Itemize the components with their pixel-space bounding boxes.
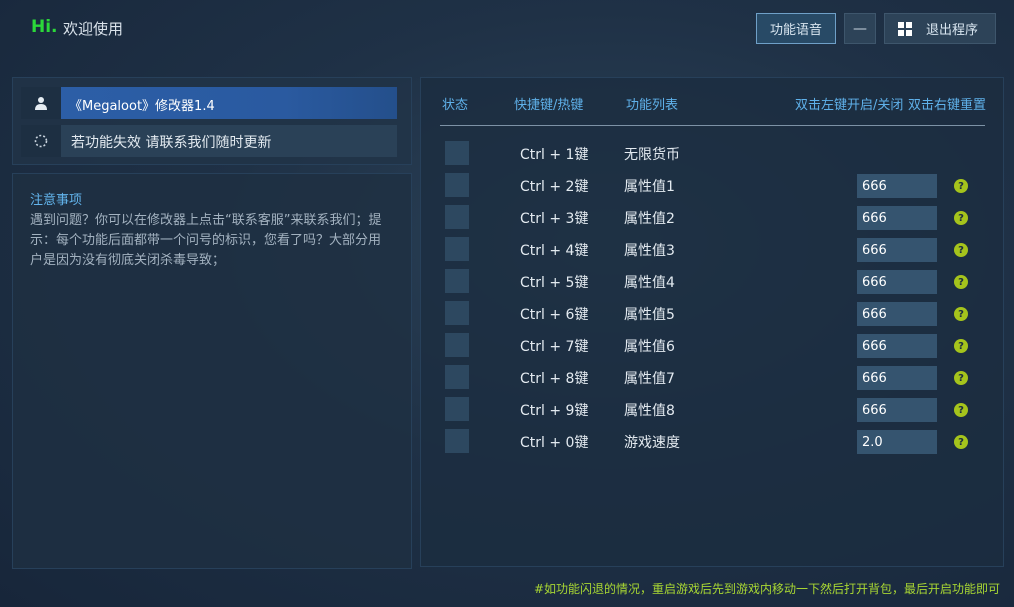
status-toggle[interactable] [445,429,469,453]
col-function-header: 功能列表 [626,98,679,113]
info-panel: 《Megaloot》修改器1.4 若功能失效 请联系我们随时更新 [12,77,412,165]
hint-double-left: 双击左键开启/关闭 [795,98,904,113]
welcome-text: 欢迎使用 [63,20,124,38]
value-input[interactable] [857,238,937,262]
hotkey-label: Ctrl + 4键 [520,243,589,259]
status-toggle[interactable] [445,237,469,261]
loading-icon [21,125,61,157]
function-row[interactable]: Ctrl + 3键 属性值2? [445,205,995,237]
update-notice-row[interactable]: 若功能失效 请联系我们随时更新 [21,125,397,157]
function-row[interactable]: Ctrl + 4键 属性值3? [445,237,995,269]
exit-button-label: 退出程序 [926,23,979,38]
value-input[interactable] [857,302,937,326]
hotkey-label: Ctrl + 8键 [520,371,589,387]
hi-logo: Hi. [31,17,58,37]
status-toggle[interactable] [445,365,469,389]
function-name: 属性值2 [624,211,675,227]
function-name: 属性值4 [624,275,675,291]
help-icon[interactable]: ? [954,275,968,289]
status-toggle[interactable] [445,173,469,197]
footer-tip: #如功能闪退的情况，重启游戏后先到游戏内移动一下然后打开背包，最后开启功能即可 [533,582,1000,596]
function-row[interactable]: Ctrl + 1键 无限货币 [445,141,995,173]
value-input[interactable] [857,430,937,454]
function-name: 属性值8 [624,403,675,419]
hotkey-label: Ctrl + 6键 [520,307,589,323]
status-toggle[interactable] [445,205,469,229]
function-row[interactable]: Ctrl + 7键 属性值6? [445,333,995,365]
notes-panel: 注意事项 遇到问题？你可以在修改器上点击“联系客服”来联系我们；提示：每个功能后… [12,173,412,569]
trainer-title: 《Megaloot》修改器1.4 [69,99,215,114]
function-list: Ctrl + 1键 无限货币 Ctrl + 2键 属性值1? Ctrl + 3键 属性值2… [445,141,995,461]
status-toggle[interactable] [445,301,469,325]
hotkey-label: Ctrl + 2键 [520,179,589,195]
update-notice: 若功能失效 请联系我们随时更新 [71,135,272,151]
help-icon[interactable]: ? [954,435,968,449]
function-row[interactable]: Ctrl + 9键 属性值8? [445,397,995,429]
trainer-title-row[interactable]: 《Megaloot》修改器1.4 [21,87,397,119]
status-toggle[interactable] [445,141,469,165]
function-panel: 状态 快捷键/热键 功能列表 双击左键开启/关闭 双击右键重置 Ctrl + 1… [420,77,1004,567]
function-row[interactable]: Ctrl + 6键 属性值5? [445,301,995,333]
function-name: 游戏速度 [624,435,680,451]
help-icon[interactable]: ? [954,371,968,385]
user-icon [21,87,61,119]
hotkey-label: Ctrl + 7键 [520,339,589,355]
notes-body: 遇到问题？你可以在修改器上点击“联系客服”来联系我们；提示：每个功能后面都带一个… [30,213,382,268]
help-icon[interactable]: ? [954,179,968,193]
hotkey-label: Ctrl + 5键 [520,275,589,291]
help-icon[interactable]: ? [954,211,968,225]
header-divider [440,125,985,126]
status-toggle[interactable] [445,333,469,357]
function-name: 属性值3 [624,243,675,259]
value-input[interactable] [857,366,937,390]
function-row[interactable]: Ctrl + 2键 属性值1? [445,173,995,205]
notes-title: 注意事项 [30,193,83,208]
hotkey-label: Ctrl + 1键 [520,147,589,163]
value-input[interactable] [857,206,937,230]
function-row[interactable]: Ctrl + 8键 属性值7? [445,365,995,397]
function-row[interactable]: Ctrl + 0键 游戏速度? [445,429,995,461]
hotkey-label: Ctrl + 0键 [520,435,589,451]
help-icon[interactable]: ? [954,243,968,257]
function-name: 属性值6 [624,339,675,355]
voice-button[interactable]: 功能语音 [756,13,836,44]
hotkey-label: Ctrl + 3键 [520,211,589,227]
exit-button[interactable]: 退出程序 [884,13,996,44]
function-name: 属性值5 [624,307,675,323]
help-icon[interactable]: ? [954,403,968,417]
value-input[interactable] [857,398,937,422]
status-toggle[interactable] [445,269,469,293]
hotkey-label: Ctrl + 9键 [520,403,589,419]
help-icon[interactable]: ? [954,339,968,353]
help-icon[interactable]: ? [954,307,968,321]
function-row[interactable]: Ctrl + 5键 属性值4? [445,269,995,301]
title-bar: Hi. 欢迎使用 功能语音 — 退出程序 [0,0,1014,58]
function-name: 属性值1 [624,179,675,195]
minimize-button[interactable]: — [844,13,876,44]
function-name: 属性值7 [624,371,675,387]
col-hotkey-header: 快捷键/热键 [514,98,584,113]
windows-icon [898,21,912,36]
value-input[interactable] [857,334,937,358]
hint-double-right: 双击右键重置 [908,98,987,113]
function-name: 无限货币 [624,147,680,163]
value-input[interactable] [857,174,937,198]
status-toggle[interactable] [445,397,469,421]
value-input[interactable] [857,270,937,294]
col-status-header: 状态 [442,98,469,113]
